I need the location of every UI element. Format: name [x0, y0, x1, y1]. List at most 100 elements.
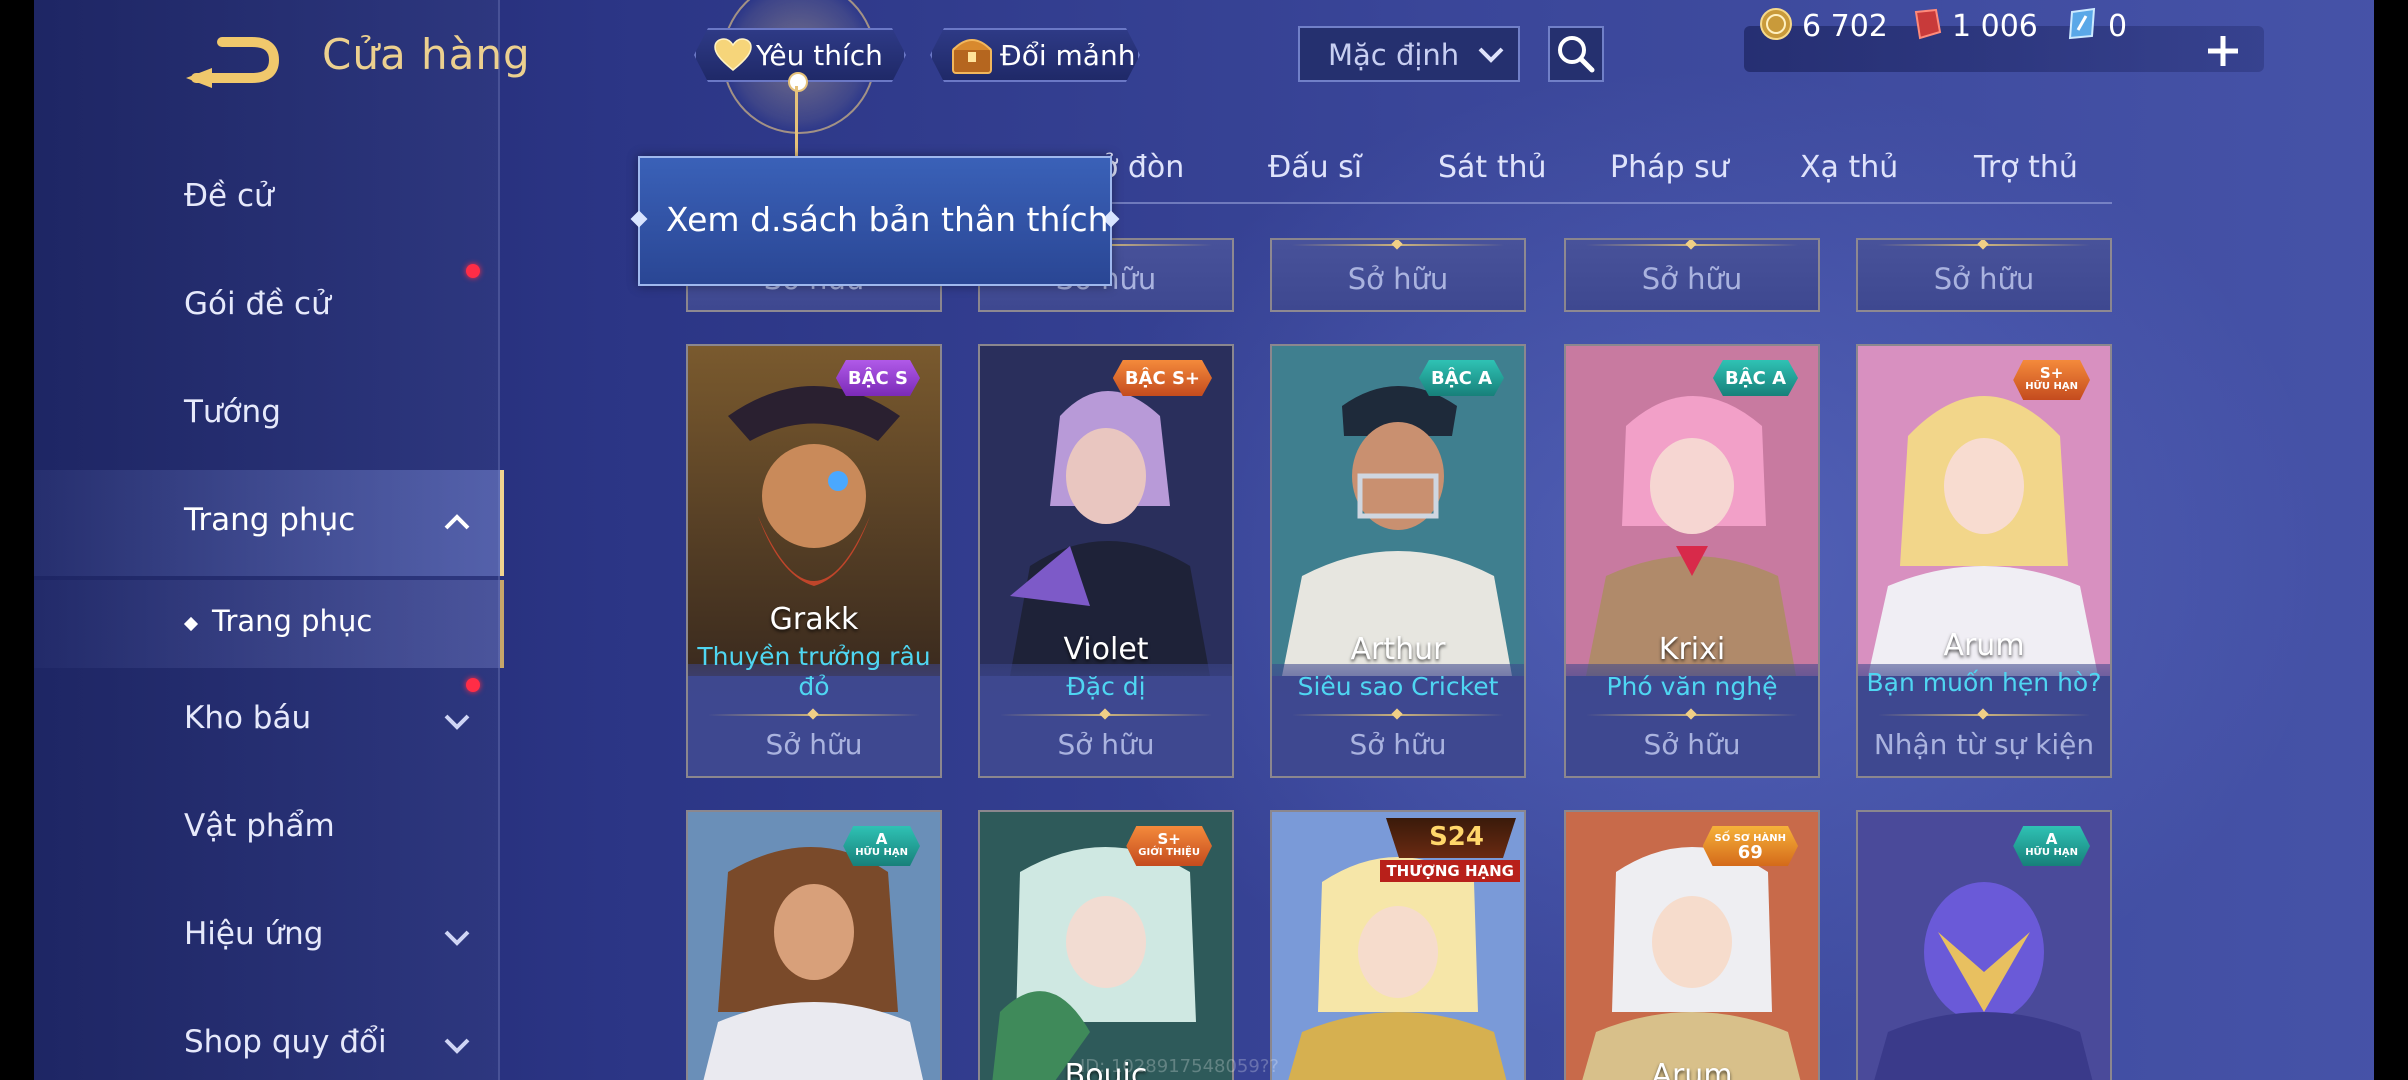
skin-card[interactable]: Sở hữu: [1270, 238, 1526, 312]
skin-status: Nhận từ sự kiện: [1873, 728, 2095, 761]
card-divider: [1878, 714, 2090, 716]
hero-name: Grakk: [769, 602, 859, 637]
card-divider: [1586, 714, 1798, 716]
hero-name: Violet: [1063, 632, 1149, 667]
voucher-currency: 1 006: [1908, 6, 2038, 44]
sidebar-item-label: Đề cử: [184, 178, 274, 214]
tab-assassin[interactable]: Sát thủ: [1438, 150, 1547, 185]
tab-mage[interactable]: Pháp sư: [1610, 150, 1729, 185]
player-id-watermark: ID: 1028917548059??: [1080, 1056, 1279, 1077]
skin-card[interactable]: SỐ SƠ HÀNH 69 Arum: [1564, 810, 1820, 1080]
tab-fighter[interactable]: Đấu sĩ: [1268, 150, 1362, 185]
tier-badge: A HỮU HẠN: [2013, 826, 2090, 866]
rank-tier: THƯỢNG HẠNG: [1380, 860, 1520, 882]
skin-name: Phó văn nghệ: [1606, 672, 1778, 701]
sidebar-item-label: Trang phục: [184, 502, 356, 538]
search-button[interactable]: [1548, 26, 1604, 82]
voucher-icon: [1914, 8, 1942, 40]
sidebar-item-effects[interactable]: Hiệu ứng: [34, 888, 500, 988]
skin-status: Sở hữu: [1347, 262, 1449, 296]
sidebar-item-exchange-shop[interactable]: Shop quy đổi: [34, 996, 500, 1080]
card-divider: [1292, 714, 1504, 716]
skin-status: Sở hữu: [765, 728, 863, 761]
skin-status: Sở hữu: [1643, 728, 1741, 761]
gold-amount: 6 702: [1802, 9, 1888, 44]
sidebar-item-recommended-packs[interactable]: Gói đề cử: [34, 258, 500, 358]
skin-card-krixi[interactable]: BẬC A Krixi Phó văn nghệ Sở hữu: [1564, 344, 1820, 778]
add-currency-button[interactable]: [2200, 28, 2246, 74]
tier-badge-sub: GIỚI THIỆU: [1138, 847, 1200, 858]
hero-name: Arthur: [1350, 632, 1446, 667]
tier-badge-sub: 69: [1737, 842, 1763, 863]
sidebar-item-label: Shop quy đổi: [184, 1024, 387, 1060]
chevron-up-icon: [444, 514, 470, 530]
tooltip-text: Xem d.sách bản thân thích: [666, 200, 1109, 239]
tier-badge: BẬC A: [1419, 360, 1504, 396]
exchange-fragments-label: Đổi mảnh: [1000, 39, 1136, 72]
sidebar-item-treasure[interactable]: Kho báu: [34, 672, 500, 772]
sidebar-item-label: Kho báu: [184, 700, 312, 736]
skin-card[interactable]: S24 THƯỢNG HẠNG: [1270, 810, 1526, 1080]
skin-card-arum[interactable]: S+ HỮU HẠN Arum Bạn muốn hẹn hò? Nhận từ…: [1856, 344, 2112, 778]
chevron-down-icon: [444, 930, 470, 946]
skin-status: Sở hữu: [1641, 262, 1743, 296]
skin-card[interactable]: A HỮU HẠN: [1856, 810, 2112, 1080]
skin-name: Siêu sao Cricket: [1297, 672, 1499, 701]
card-divider: [708, 714, 920, 716]
rank-season: S24: [1429, 822, 1484, 852]
hero-name: Arum: [1943, 628, 2025, 663]
page-title: Cửa hàng: [322, 30, 531, 79]
skin-card[interactable]: Sở hữu: [1564, 238, 1820, 312]
tier-badge-sub: HỮU HẠN: [855, 847, 908, 858]
card-divider: [1292, 244, 1504, 246]
sidebar-item-skins[interactable]: Trang phục: [34, 470, 504, 576]
sort-value: Mặc định: [1328, 38, 1460, 72]
notification-dot: [466, 264, 480, 278]
tooltip-left-ornament: [630, 210, 648, 228]
sidebar-subitem-skins[interactable]: Trang phục: [34, 580, 504, 668]
skin-card-violet[interactable]: BẬC S+ Violet Đặc dị Sở hữu: [978, 344, 1234, 778]
hero-name: Krixi: [1658, 632, 1726, 667]
skin-name: Bạn muốn hẹn hò?: [1866, 668, 2102, 697]
card-divider: [1878, 244, 2090, 246]
sidebar-subitem-label: Trang phục: [212, 604, 373, 638]
back-button[interactable]: [182, 32, 282, 88]
tab-tank[interactable]: ở đòn: [1100, 150, 1184, 185]
gold-coin-icon: [1760, 8, 1792, 40]
tab-marksman[interactable]: Xạ thủ: [1800, 150, 1898, 185]
voucher-amount: 1 006: [1952, 9, 2038, 44]
skin-card-arthur[interactable]: BẬC A Arthur Siêu sao Cricket Sở hữu: [1270, 344, 1526, 778]
exchange-fragments-button[interactable]: Đổi mảnh: [930, 28, 1140, 82]
chevron-down-icon: [444, 714, 470, 730]
sidebar-item-heroes[interactable]: Tướng: [34, 366, 500, 466]
rank-banner: S24 THƯỢNG HẠNG: [1374, 818, 1524, 888]
coupon-currency: 0: [2064, 6, 2127, 44]
gold-currency: 6 702: [1758, 6, 1888, 44]
favorites-tooltip: Xem d.sách bản thân thích: [630, 156, 1120, 286]
tutorial-pointer-line: [795, 86, 798, 156]
skin-card[interactable]: A HỮU HẠN: [686, 810, 942, 1080]
tier-badge: BẬC S: [836, 360, 920, 396]
tier-badge: S+ HỮU HẠN: [2013, 360, 2090, 400]
sidebar-item-recommended[interactable]: Đề cử: [34, 150, 500, 250]
search-icon: [1558, 36, 1595, 73]
skin-card[interactable]: S+ GIỚI THIỆU Bouic: [978, 810, 1234, 1080]
back-arrow-icon: [186, 37, 280, 88]
tab-support[interactable]: Trợ thủ: [1974, 150, 2078, 185]
screen-edge-right: [2374, 0, 2408, 1080]
chevron-down-icon: [444, 1038, 470, 1054]
skin-name-line1: Thuyền trưởng râu: [697, 642, 931, 671]
heart-icon: [714, 38, 752, 72]
tier-badge-rank: A: [875, 830, 888, 848]
skin-card[interactable]: Sở hữu: [1856, 238, 2112, 312]
hero-name: Arum: [1651, 1058, 1733, 1080]
treasure-chest-icon: [950, 34, 994, 76]
tier-badge-rank: S+: [2039, 364, 2064, 382]
skin-card-grakk[interactable]: BẬC S Grakk Thuyền trưởng râu đỏ Sở hữu: [686, 344, 942, 778]
skin-status: Sở hữu: [1057, 728, 1155, 761]
sort-dropdown[interactable]: Mặc định: [1298, 26, 1520, 82]
sidebar-item-items[interactable]: Vật phẩm: [34, 780, 500, 880]
tutorial-pointer-dot: [788, 72, 808, 92]
skin-status: Sở hữu: [1933, 262, 2035, 296]
sidebar-item-label: Vật phẩm: [184, 808, 335, 844]
